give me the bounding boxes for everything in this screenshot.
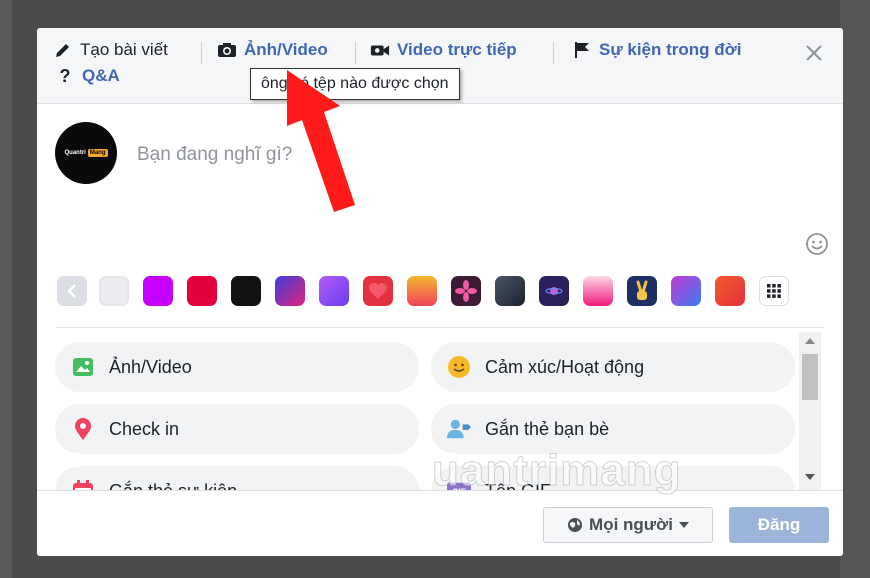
scrollbar-thumb[interactable] [802,354,818,400]
emoji-button[interactable] [805,232,829,256]
option-check-in[interactable]: Check in [55,404,419,454]
scroll-up-arrow-icon[interactable] [805,338,815,344]
smiley-icon [447,355,471,379]
swatch-blue-pink[interactable] [275,276,305,306]
option-tag-event[interactable]: Gắn thẻ sự kiện [55,466,419,490]
tab-create-post-label: Tạo bài viết [80,40,168,59]
photo-icon [71,355,95,379]
swatch-black[interactable] [231,276,261,306]
tab-separator [201,42,202,64]
avatar-brand-text: Quantri [64,150,86,156]
post-options-list: Ảnh/Video Cảm xúc/Hoạt động Check in Gắn… [55,340,807,490]
swatch-plain[interactable] [99,276,129,306]
video-camera-icon [370,40,390,60]
tab-photo-video[interactable]: Ảnh/Video [217,40,328,60]
tab-life-event[interactable]: Sự kiện trong đời [572,40,741,60]
swatch-more-button[interactable] [759,276,789,306]
flower-icon [455,280,477,302]
camera-icon [217,40,237,60]
chevron-left-icon [67,284,76,298]
privacy-selector[interactable]: Mọi người [543,507,713,543]
option-tag-event-label: Gắn thẻ sự kiện [109,481,237,491]
option-photo-video-label: Ảnh/Video [109,356,192,377]
avatar[interactable]: Quantri Mang [55,122,117,184]
globe-icon [568,518,583,532]
option-check-in-label: Check in [109,418,180,439]
smiley-icon [806,233,828,255]
close-icon [806,45,822,61]
tab-photo-video-label: Ảnh/Video [244,40,328,59]
option-feeling-activity[interactable]: Cảm xúc/Hoạt động [431,342,795,392]
composer-footer: Mọi người Đăng [37,490,843,556]
swatch-purple[interactable] [143,276,173,306]
backdrop-right [840,0,870,578]
tab-create-post[interactable]: Tạo bài viết [53,40,168,60]
privacy-label: Mọi người [589,515,673,534]
swatch-slate[interactable] [495,276,525,306]
swatch-flower[interactable] [451,276,481,306]
close-button[interactable] [803,42,825,64]
swatch-purple-blue[interactable] [671,276,701,306]
scroll-down-arrow-icon[interactable] [805,474,815,480]
tab-separator [355,42,356,64]
option-tag-friends-label: Gắn thẻ bạn bè [485,418,610,439]
swatch-red-orange[interactable] [715,276,745,306]
calendar-icon [71,479,95,490]
swatch-violet[interactable] [319,276,349,306]
file-tooltip: ông có tệp nào được chọn [250,68,460,100]
pencil-icon [53,40,73,60]
watermark-text: uantrimang [432,446,682,496]
composer-input[interactable]: Bạn đang nghĩ gì? [137,144,292,166]
tab-separator [553,42,554,64]
heart-icon [369,283,387,299]
swatch-heart[interactable] [363,276,393,306]
swatch-red[interactable] [187,276,217,306]
swatch-peace[interactable] [627,276,657,306]
tab-live-video-label: Video trực tiếp [397,40,517,59]
swatch-space[interactable] [539,276,569,306]
backdrop-left [0,0,12,578]
flag-icon [572,40,592,60]
avatar-tag-text: Mang [87,149,108,157]
swatch-pink[interactable] [583,276,613,306]
location-pin-icon [71,417,95,441]
option-feeling-activity-label: Cảm xúc/Hoạt động [485,356,645,377]
swatch-back-button[interactable] [57,276,87,306]
post-button[interactable]: Đăng [729,507,829,543]
tab-qa[interactable]: ? Q&A [55,66,120,86]
caret-down-icon [678,522,689,528]
tab-qa-label: Q&A [82,66,120,85]
peace-hand-icon [636,280,648,300]
tab-life-event-label: Sự kiện trong đời [599,40,742,59]
question-mark-icon: ? [59,65,71,86]
grid-icon [767,284,781,298]
planet-icon [545,287,563,295]
tag-friends-icon [447,417,471,441]
tab-live-video[interactable]: Video trực tiếp [370,40,517,60]
options-scrollbar[interactable] [799,332,821,490]
swatch-sunset[interactable] [407,276,437,306]
option-photo-video[interactable]: Ảnh/Video [55,342,419,392]
divider [55,327,825,328]
